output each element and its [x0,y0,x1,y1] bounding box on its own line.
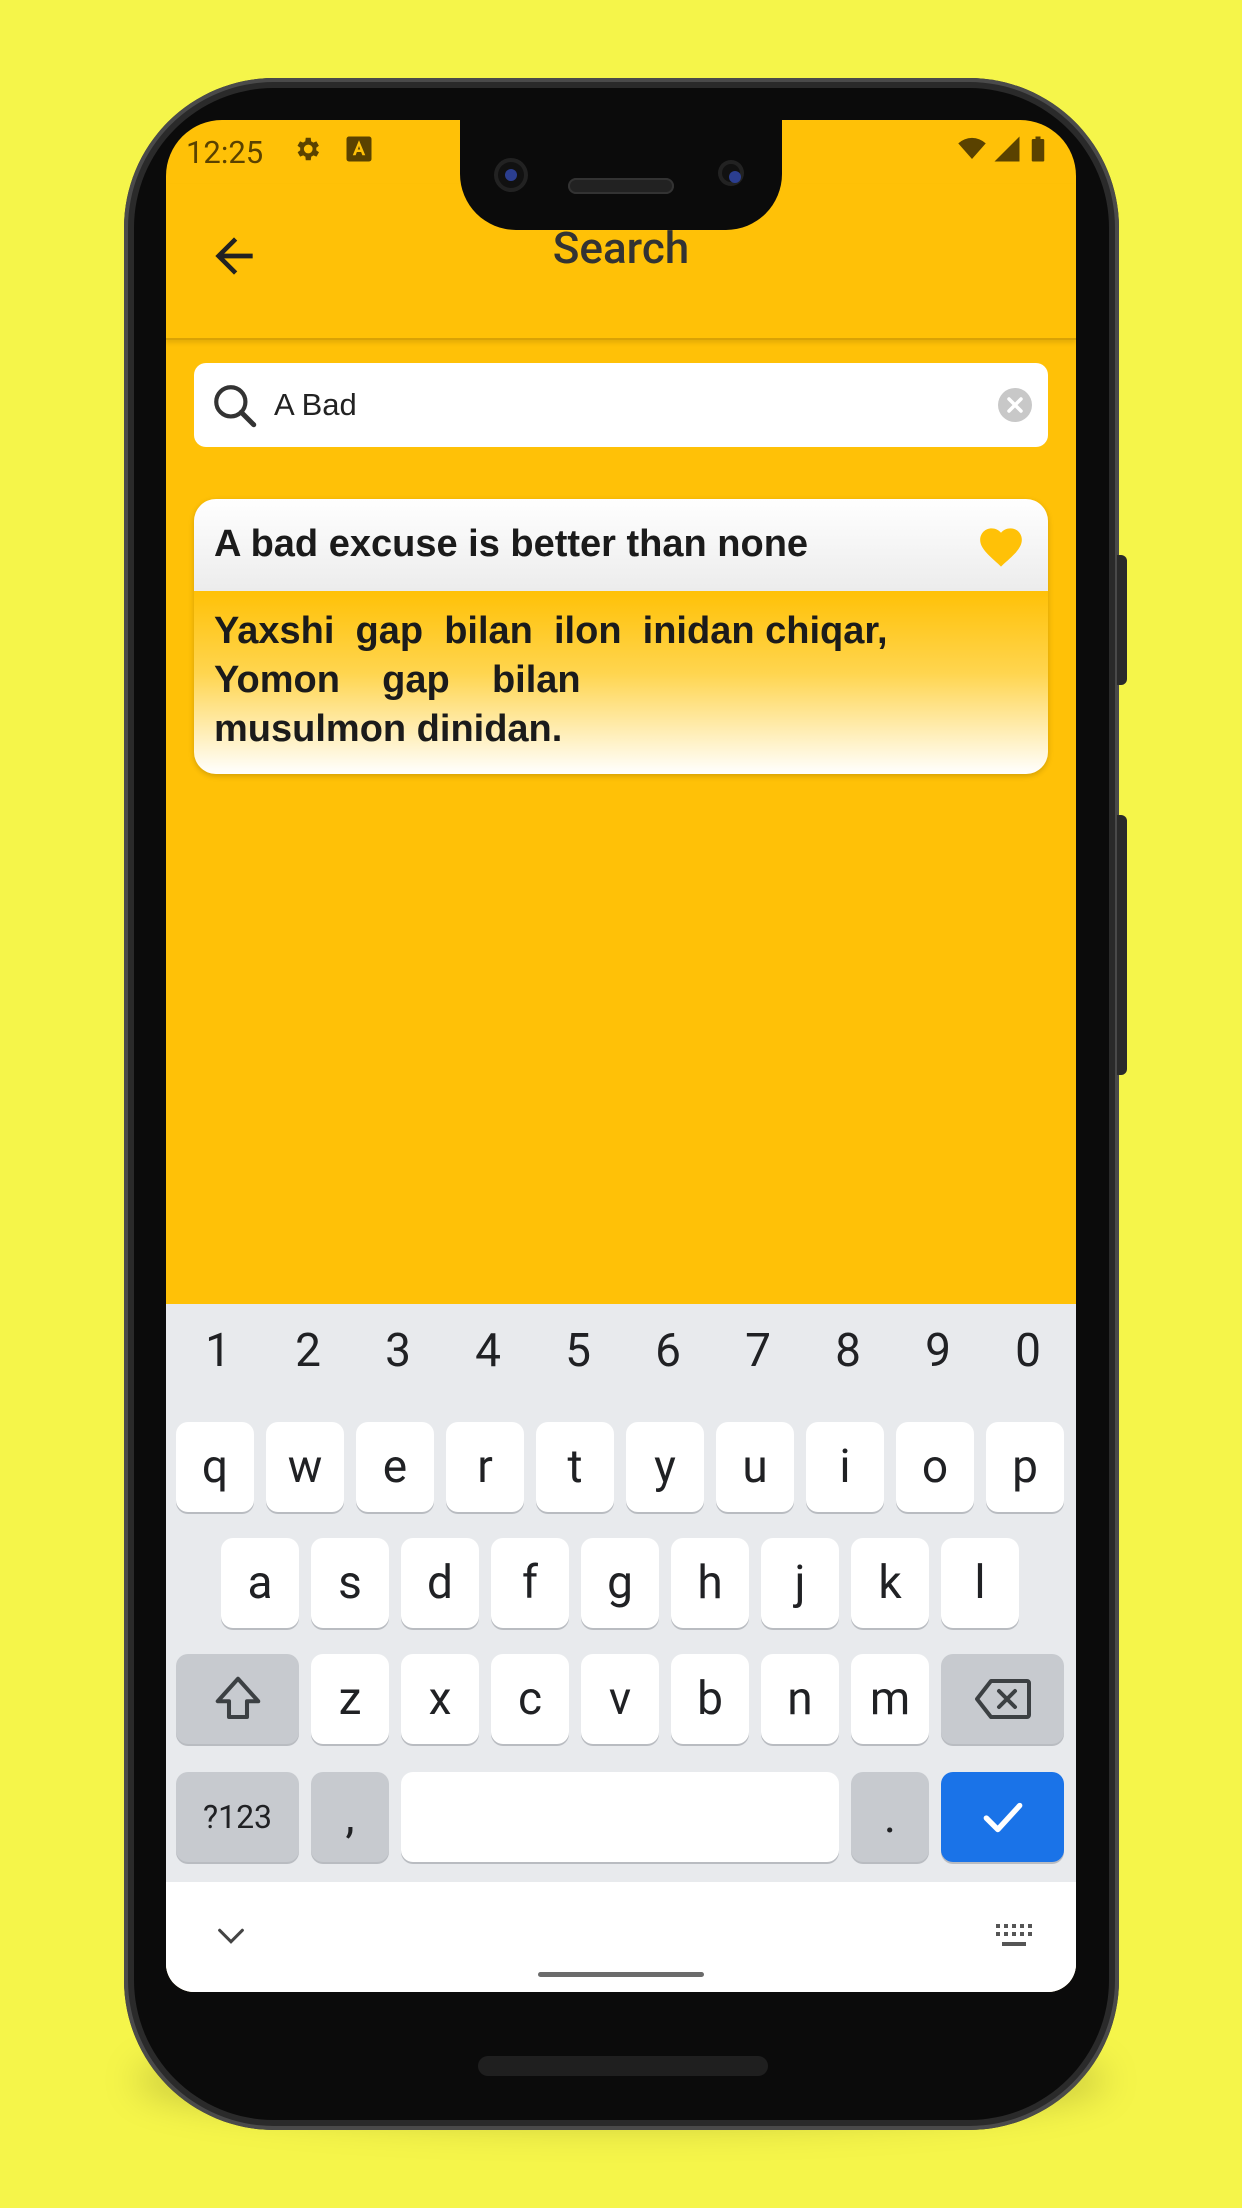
key-6[interactable]: 6 [638,1324,698,1378]
symbols-key[interactable]: ?123 [176,1772,299,1862]
settings-gear-icon [297,137,319,161]
key-n[interactable]: n [761,1654,839,1744]
key-s[interactable]: s [311,1538,389,1628]
key-3[interactable]: 3 [368,1324,428,1378]
period-key[interactable]: . [851,1772,929,1862]
shift-arrow-icon [215,1676,260,1720]
key-m[interactable]: m [851,1654,929,1744]
hide-keyboard-chevron-down-icon[interactable] [214,1924,248,1948]
key-v[interactable]: v [581,1654,659,1744]
key-q[interactable]: q [176,1422,254,1512]
key-k[interactable]: k [851,1538,929,1628]
key-r[interactable]: r [446,1422,524,1512]
key-b[interactable]: b [671,1654,749,1744]
key-w[interactable]: w [266,1422,344,1512]
key-o[interactable]: o [896,1422,974,1512]
key-e[interactable]: e [356,1422,434,1512]
battery-icon [1031,136,1045,162]
key-8[interactable]: 8 [818,1324,878,1378]
search-box[interactable] [194,363,1048,447]
search-icon [214,385,257,428]
search-input[interactable] [274,363,954,447]
key-9[interactable]: 9 [908,1324,968,1378]
camera-notch [460,120,782,230]
key-a[interactable]: a [221,1538,299,1628]
key-c[interactable]: c [491,1654,569,1744]
key-g[interactable]: g [581,1538,659,1628]
key-4[interactable]: 4 [458,1324,518,1378]
proverb-translation: Yaxshi gap bilan ilon inidan chiqar, Yom… [214,610,888,750]
proverb-title: A bad excuse is better than none [214,523,809,565]
space-key[interactable] [401,1772,839,1862]
enter-key[interactable] [941,1772,1064,1862]
key-l[interactable]: l [941,1538,1019,1628]
result-card-body: Yaxshi gap bilan ilon inidan chiqar, Yom… [194,591,1048,774]
number-row: 1 2 3 4 5 6 7 8 9 0 [166,1304,1076,1414]
front-camera-icon [494,158,528,192]
key-h[interactable]: h [671,1538,749,1628]
clear-search-icon[interactable] [998,388,1032,422]
backspace-key[interactable] [941,1654,1064,1744]
keyboard-a-icon [346,136,372,162]
key-i[interactable]: i [806,1422,884,1512]
key-u[interactable]: u [716,1422,794,1512]
result-card[interactable]: A bad excuse is better than none Yaxshi … [194,499,1048,774]
backspace-icon [974,1679,1031,1719]
chin-speaker [478,2056,768,2076]
signal-icon [994,136,1020,162]
volume-button [1117,815,1127,1075]
key-t[interactable]: t [536,1422,614,1512]
status-time: 12:25 [186,134,264,171]
key-7[interactable]: 7 [728,1324,788,1378]
key-p[interactable]: p [986,1422,1064,1512]
power-button [1117,555,1127,685]
wifi-icon [958,137,986,159]
sensor-icon [718,160,744,186]
comma-key[interactable]: , [311,1772,389,1862]
key-y[interactable]: y [626,1422,704,1512]
key-2[interactable]: 2 [278,1324,338,1378]
key-f[interactable]: f [491,1538,569,1628]
app-screen: 12:25 Search A Bad A bad excuse is bette… [166,120,1076,1992]
checkmark-icon [983,1802,1022,1833]
key-j[interactable]: j [761,1538,839,1628]
key-z[interactable]: z [311,1654,389,1744]
result-card-header: A bad excuse is better than none [194,499,1048,591]
favorite-heart-icon[interactable] [976,521,1026,569]
key-0[interactable]: 0 [998,1324,1058,1378]
earpiece [568,178,674,194]
key-5[interactable]: 5 [548,1324,608,1378]
key-d[interactable]: d [401,1538,479,1628]
key-x[interactable]: x [401,1654,479,1744]
shift-key[interactable] [176,1654,299,1744]
key-1[interactable]: 1 [188,1324,248,1378]
home-gesture-handle[interactable] [538,1972,704,1977]
keyboard-switch-icon[interactable] [994,1922,1034,1950]
